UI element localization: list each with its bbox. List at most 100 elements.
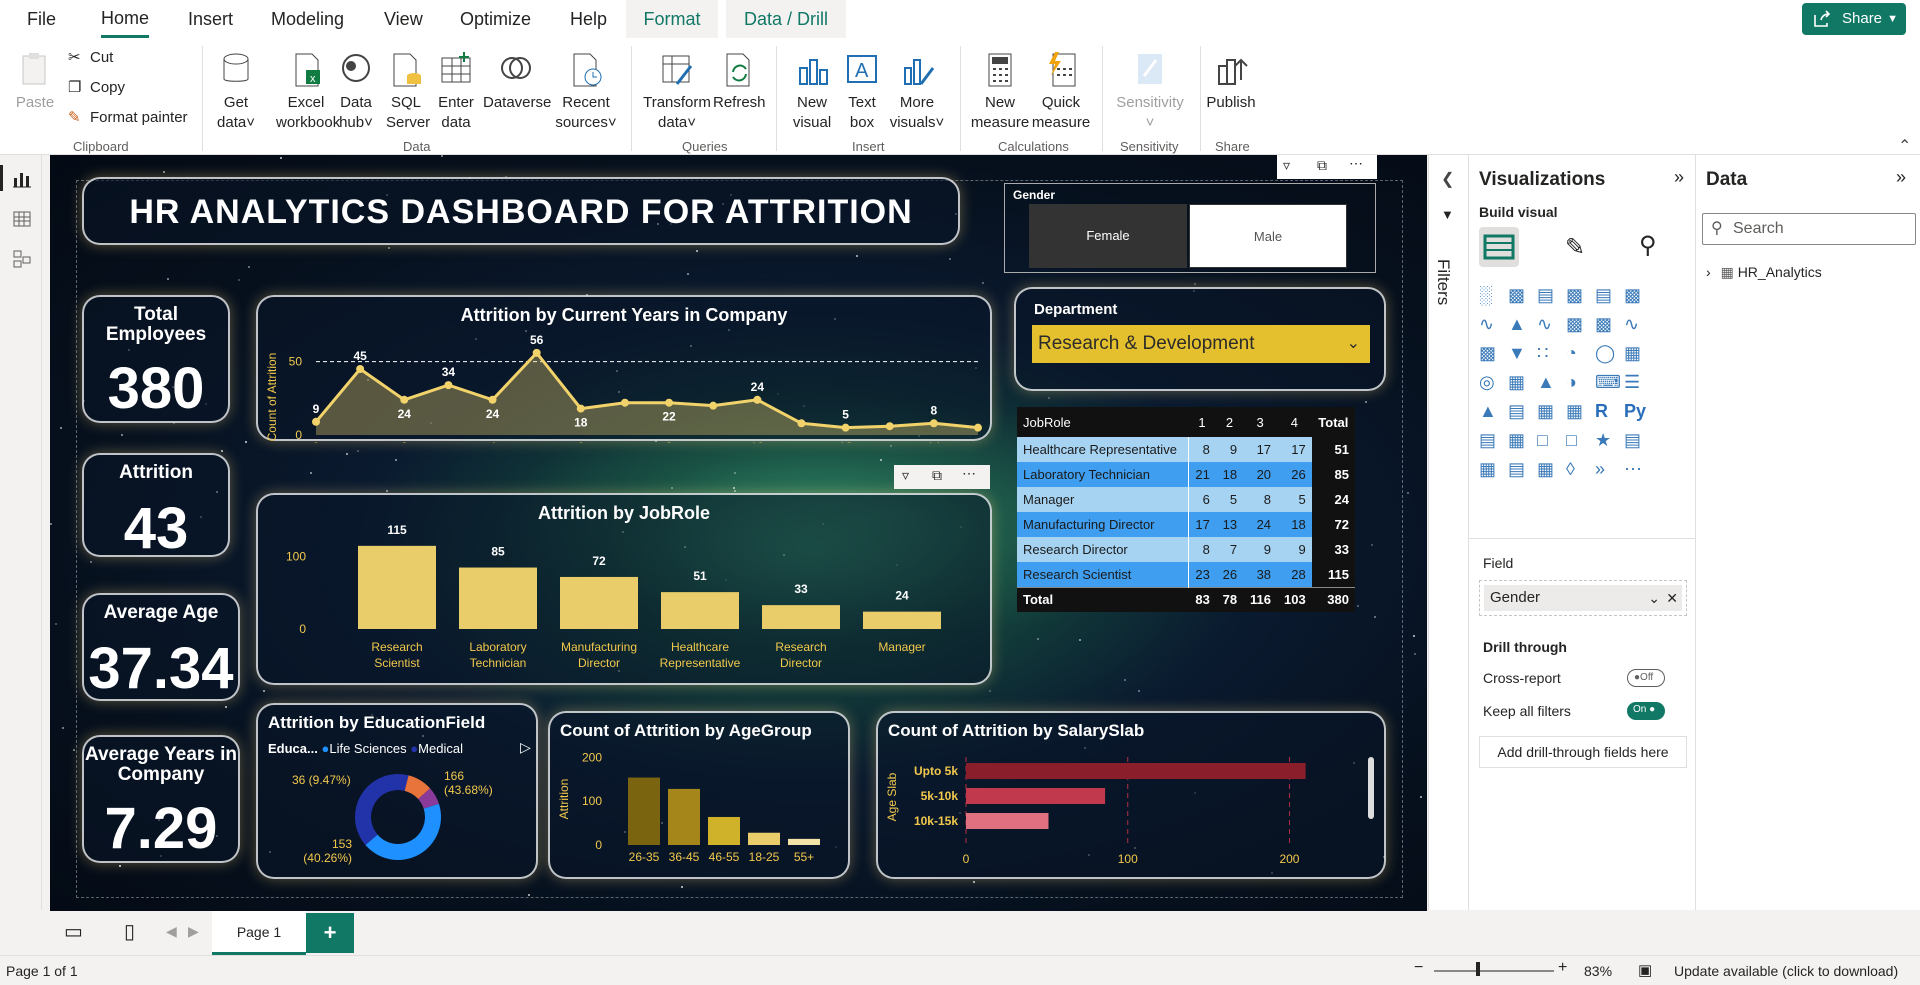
tab-modeling[interactable]: Modeling xyxy=(271,0,344,38)
gauge-visual-icon[interactable]: ◑ xyxy=(1566,372,1592,394)
waterfall-visual-icon[interactable]: ▩ xyxy=(1479,343,1505,365)
excel-workbook-button[interactable]: x Excel workbook xyxy=(276,50,340,133)
focus-mode-icon[interactable]: ⧉ xyxy=(1317,157,1327,174)
update-notice[interactable]: Update available (click to download) xyxy=(1674,963,1898,979)
focus-mode-icon[interactable]: ⧉ xyxy=(932,467,942,484)
tab-help[interactable]: Help xyxy=(570,0,607,38)
format-visual-icon[interactable]: ✎ xyxy=(1565,233,1585,262)
zoom-slider[interactable] xyxy=(1434,970,1554,972)
clustered-column-visual-icon[interactable]: ▩ xyxy=(1566,285,1592,307)
keep-filters-toggle[interactable]: On ● xyxy=(1627,702,1665,720)
add-page-button[interactable]: + xyxy=(306,913,354,953)
tab-optimize[interactable]: Optimize xyxy=(460,0,531,38)
matrix-header-cell[interactable]: 4 xyxy=(1277,407,1312,437)
kpi-visual-icon[interactable]: ▲ xyxy=(1479,401,1505,423)
tab-insert[interactable]: Insert xyxy=(188,0,233,38)
desktop-layout-icon[interactable]: ▭ xyxy=(64,919,83,944)
department-dropdown[interactable]: Research & Development ⌄ xyxy=(1032,325,1370,363)
line-column-visual-icon[interactable]: ▩ xyxy=(1566,314,1592,336)
map-visual-icon[interactable]: ◎ xyxy=(1479,372,1505,394)
matrix-visual-icon[interactable]: ▦ xyxy=(1566,401,1592,423)
matrix-header-cell[interactable]: JobRole xyxy=(1017,407,1189,437)
filter-icon[interactable]: ▿ xyxy=(902,467,909,484)
tab-view[interactable]: View xyxy=(384,0,423,38)
pie-visual-icon[interactable]: ◔ xyxy=(1566,343,1592,365)
chevron-down-icon[interactable]: ⌄ xyxy=(1648,585,1660,611)
slicer-option-male[interactable]: Male xyxy=(1189,204,1347,268)
refresh-button[interactable]: Refresh xyxy=(713,50,766,113)
stacked-bar-visual-icon[interactable]: ░ xyxy=(1479,285,1505,307)
more-visual-icon[interactable]: ⋯ xyxy=(1624,459,1650,481)
scatter-visual-icon[interactable]: ∷ xyxy=(1537,343,1563,365)
narrative-visual-icon[interactable]: □ xyxy=(1566,430,1592,452)
expand-icon[interactable]: ❮ xyxy=(1441,169,1454,189)
sql-server-button[interactable]: SQL Server xyxy=(386,50,430,133)
power-automate-flow-visual-icon[interactable]: » xyxy=(1595,459,1621,481)
key-influencers-visual-icon[interactable]: ▤ xyxy=(1479,430,1505,452)
text-box-button[interactable]: A Text box xyxy=(842,50,882,133)
enter-data-button[interactable]: Enter data xyxy=(433,50,479,133)
tab-file[interactable]: File xyxy=(27,0,56,38)
get-more-visual-icon[interactable]: ▦ xyxy=(1537,459,1563,481)
prev-page-icon[interactable]: ◀ xyxy=(166,923,177,940)
card-visual-icon[interactable]: ⌨ xyxy=(1595,372,1621,394)
line-visual-icon[interactable]: ∿ xyxy=(1479,314,1505,336)
filters-pane-collapsed[interactable]: ❮ ▼ Filters xyxy=(1428,155,1468,910)
field-pill-gender[interactable]: Gender ⌄ ✕ xyxy=(1484,585,1682,611)
new-visual-button[interactable]: New visual xyxy=(789,50,835,133)
matrix-header-cell[interactable]: Total xyxy=(1311,407,1355,437)
python-visual-visual-icon[interactable]: Py xyxy=(1624,401,1650,423)
zoom-out-icon[interactable]: − xyxy=(1414,959,1423,977)
clustered-bar-visual-icon[interactable]: ▤ xyxy=(1537,285,1563,307)
tab-format[interactable]: Format xyxy=(626,0,718,38)
get-data-button[interactable]: Get data˅ xyxy=(212,50,260,133)
paginated-visual-icon[interactable]: ▤ xyxy=(1624,430,1650,452)
sensitivity-button[interactable]: Sensitivity ˅ xyxy=(1110,50,1190,133)
area-visual-icon[interactable]: ▲ xyxy=(1508,314,1534,336)
r-visual-visual-icon[interactable]: R xyxy=(1595,401,1621,423)
next-page-icon[interactable]: ▶ xyxy=(188,923,199,940)
copy-button[interactable]: ❐ Copy xyxy=(66,76,125,100)
power-apps-visual-icon[interactable]: ▦ xyxy=(1479,459,1505,481)
fit-to-page-icon[interactable]: ▣ xyxy=(1638,961,1652,979)
line-clustered-column-visual-icon[interactable]: ▩ xyxy=(1595,314,1621,336)
matrix-header-cell[interactable]: 2 xyxy=(1215,407,1244,437)
table-view-icon[interactable] xyxy=(12,209,32,229)
report-view-icon[interactable] xyxy=(12,169,32,189)
quick-measure-button[interactable]: Quick measure xyxy=(1031,50,1091,133)
slicer-visual-icon[interactable]: ▤ xyxy=(1508,401,1534,423)
data-hub-button[interactable]: Data hub˅ xyxy=(336,50,376,133)
slicer-option-female[interactable]: Female xyxy=(1029,204,1187,268)
more-options-icon[interactable]: ⋯ xyxy=(962,465,976,482)
analytics-icon[interactable]: ⚲ xyxy=(1639,231,1657,260)
treemap-visual-icon[interactable]: ▦ xyxy=(1624,343,1650,365)
new-measure-button[interactable]: New measure xyxy=(970,50,1030,133)
collapse-ribbon-icon[interactable]: ⌃ xyxy=(1898,136,1911,156)
tab-data-drill[interactable]: Data / Drill xyxy=(726,0,846,38)
donut-visual-icon[interactable]: ◯ xyxy=(1595,343,1621,365)
ribbon-visual-icon[interactable]: ∿ xyxy=(1624,314,1650,336)
tab-home[interactable]: Home xyxy=(101,0,150,38)
recent-sources-button[interactable]: Recent sources˅ xyxy=(553,50,619,133)
share-button[interactable]: Share ▼ xyxy=(1802,3,1906,35)
table-visual-icon[interactable]: ▦ xyxy=(1537,401,1563,423)
paste-button[interactable]: Paste xyxy=(14,50,56,113)
arcgis-visual-icon[interactable]: ◊ xyxy=(1566,459,1592,481)
100-bar-visual-icon[interactable]: ▤ xyxy=(1595,285,1621,307)
matrix-header-cell[interactable]: 3 xyxy=(1243,407,1278,437)
100-column-visual-icon[interactable]: ▩ xyxy=(1624,285,1650,307)
decomposition-tree-visual-icon[interactable]: ▦ xyxy=(1508,430,1534,452)
build-visual-tab[interactable] xyxy=(1479,227,1519,267)
drill-through-drop-zone[interactable]: Add drill-through fields here xyxy=(1479,736,1687,768)
collapse-pane-icon[interactable]: » xyxy=(1896,167,1906,188)
multi-row-card-visual-icon[interactable]: ☰ xyxy=(1624,372,1650,394)
page-tab-1[interactable]: Page 1 xyxy=(212,911,306,955)
collapse-pane-icon[interactable]: » xyxy=(1674,167,1684,188)
close-icon[interactable]: ✕ xyxy=(1666,585,1678,611)
cut-button[interactable]: ✂ Cut xyxy=(66,46,113,70)
cross-report-toggle[interactable]: ●Off xyxy=(1627,669,1665,687)
qa-visual-icon[interactable]: □ xyxy=(1537,430,1563,452)
zoom-in-icon[interactable]: + xyxy=(1558,959,1567,977)
funnel-visual-icon[interactable]: ▼ xyxy=(1508,343,1534,365)
filter-icon[interactable]: ▿ xyxy=(1283,157,1290,174)
